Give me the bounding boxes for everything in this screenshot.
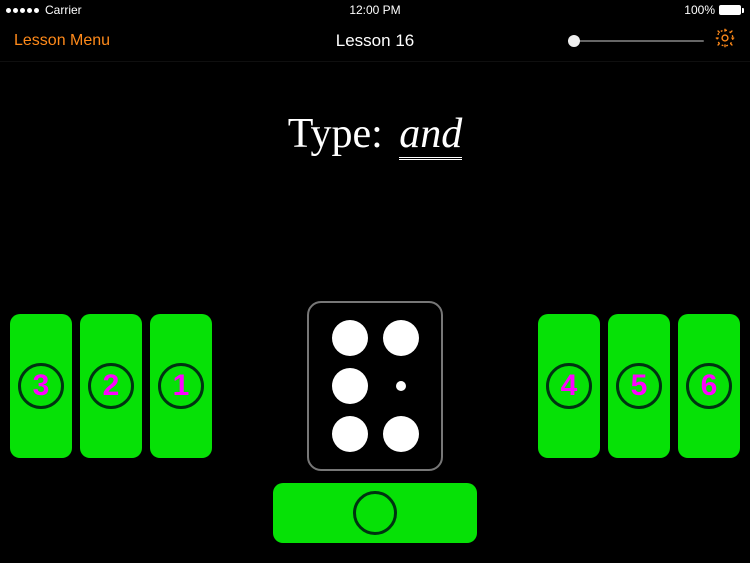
- signal-icon: [6, 8, 39, 13]
- lesson-menu-button[interactable]: Lesson Menu: [14, 32, 110, 50]
- left-key-group: 3 2 1: [10, 314, 212, 458]
- key-ring: 4: [546, 363, 592, 409]
- gear-icon[interactable]: [714, 27, 736, 54]
- status-time: 12:00 PM: [349, 3, 400, 17]
- space-key[interactable]: [273, 483, 477, 543]
- braille-key-6[interactable]: 6: [678, 314, 740, 458]
- status-left: Carrier: [6, 3, 82, 17]
- prompt-prefix: Type:: [288, 111, 383, 157]
- key-ring: 3: [18, 363, 64, 409]
- status-right: 100%: [684, 3, 744, 17]
- key-ring: 6: [686, 363, 732, 409]
- braille-dot-6: [383, 416, 419, 452]
- key-number: 3: [33, 369, 50, 403]
- braille-dot-1: [332, 320, 368, 356]
- status-bar: Carrier 12:00 PM 100%: [0, 0, 750, 20]
- space-row: [0, 483, 750, 543]
- braille-key-3[interactable]: 3: [10, 314, 72, 458]
- braille-dot-4: [383, 320, 419, 356]
- keyboard-area: 3 2 1: [0, 301, 750, 543]
- braille-cell-display: [307, 301, 443, 471]
- progress-slider[interactable]: [574, 40, 704, 42]
- nav-bar: Lesson Menu Lesson 16: [0, 20, 750, 62]
- key-number: 1: [173, 369, 190, 403]
- key-ring: 2: [88, 363, 134, 409]
- nav-right: [574, 27, 736, 54]
- braille-dot-2: [332, 368, 368, 404]
- slider-thumb[interactable]: [568, 35, 580, 47]
- prompt-word: and: [399, 111, 462, 160]
- battery-icon: [719, 5, 744, 15]
- right-key-group: 4 5 6: [538, 314, 740, 458]
- keys-row: 3 2 1: [0, 301, 750, 471]
- key-number: 2: [103, 369, 120, 403]
- braille-dot-5: [396, 381, 406, 391]
- key-number: 4: [561, 369, 578, 403]
- battery-pct: 100%: [684, 3, 715, 17]
- braille-dot-3: [332, 416, 368, 452]
- key-number: 6: [701, 369, 718, 403]
- braille-key-5[interactable]: 5: [608, 314, 670, 458]
- braille-key-4[interactable]: 4: [538, 314, 600, 458]
- key-ring: 1: [158, 363, 204, 409]
- key-ring: 5: [616, 363, 662, 409]
- braille-key-1[interactable]: 1: [150, 314, 212, 458]
- type-prompt: Type: and: [0, 110, 750, 158]
- page-title: Lesson 16: [336, 31, 414, 51]
- key-number: 5: [631, 369, 648, 403]
- key-ring: [353, 491, 397, 535]
- carrier-label: Carrier: [45, 3, 82, 17]
- braille-key-2[interactable]: 2: [80, 314, 142, 458]
